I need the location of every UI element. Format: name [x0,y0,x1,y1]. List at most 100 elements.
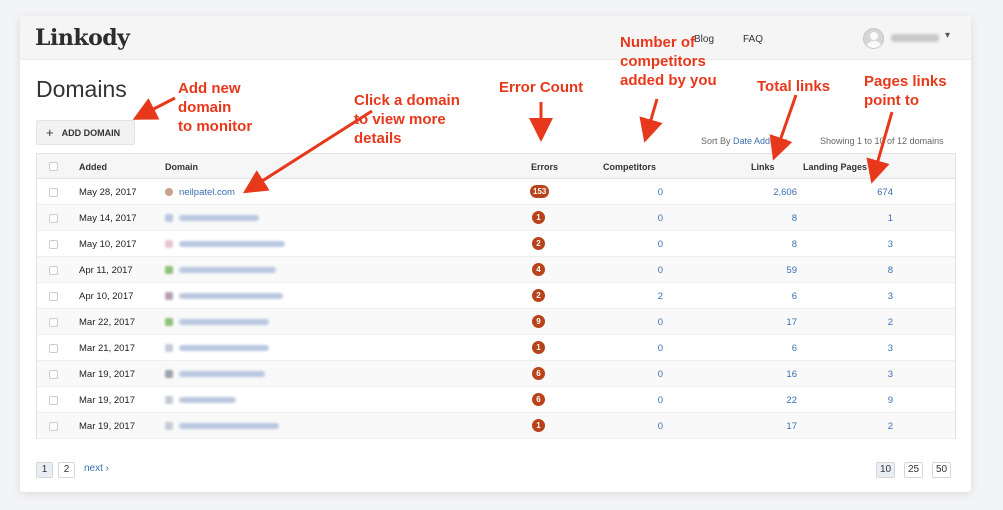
favicon-icon [165,240,173,248]
table-row[interactable]: Mar 19, 2017 1 0 17 2 [37,413,955,439]
row-checkbox[interactable] [49,214,58,223]
page-size-10[interactable]: 10 [876,462,896,478]
error-count-badge[interactable]: 6 [532,367,545,380]
landing-pages-count[interactable]: 3 [857,343,893,354]
competitors-count[interactable]: 0 [627,213,663,224]
table-row[interactable]: Mar 19, 2017 6 0 16 3 [37,361,955,387]
row-checkbox[interactable] [49,266,58,275]
added-date: Apr 11, 2017 [79,265,133,276]
competitors-count[interactable]: 0 [627,343,663,354]
competitors-count[interactable]: 0 [627,239,663,250]
error-count-badge[interactable]: 9 [532,315,545,328]
domain-link-redacted[interactable] [179,345,269,351]
links-count[interactable]: 17 [737,421,797,432]
error-count-badge[interactable]: 1 [532,341,545,354]
error-count-badge[interactable]: 4 [532,263,545,276]
table-row[interactable]: Apr 11, 2017 4 0 59 8 [37,257,955,283]
row-checkbox[interactable] [49,396,58,405]
links-count[interactable]: 8 [737,213,797,224]
links-count[interactable]: 16 [737,369,797,380]
table-row[interactable]: Mar 22, 2017 9 0 17 2 [37,309,955,335]
added-date: Mar 19, 2017 [79,369,135,380]
landing-pages-count[interactable]: 2 [857,421,893,432]
favicon-icon [165,292,173,300]
competitors-count[interactable]: 0 [627,317,663,328]
domain-link-redacted[interactable] [179,215,259,221]
sort-dropdown[interactable]: Sort By Date Added ▾ [701,136,787,147]
table-row[interactable]: Apr 10, 2017 2 2 6 3 [37,283,955,309]
landing-pages-count[interactable]: 9 [857,395,893,406]
landing-pages-count[interactable]: 674 [857,187,893,198]
col-links[interactable]: Links [751,162,775,172]
links-count[interactable]: 22 [737,395,797,406]
col-domain[interactable]: Domain [165,162,198,172]
col-added[interactable]: Added [79,162,107,172]
landing-pages-count[interactable]: 3 [857,291,893,302]
competitors-count[interactable]: 0 [627,187,663,198]
domain-link-redacted[interactable] [179,241,285,247]
competitors-count[interactable]: 0 [627,369,663,380]
table-row[interactable]: Mar 19, 2017 6 0 22 9 [37,387,955,413]
domains-table: Added Domain Errors Competitors Links La… [36,153,956,439]
links-count[interactable]: 8 [737,239,797,250]
select-all-checkbox[interactable] [49,162,58,171]
table-row[interactable]: Mar 21, 2017 1 0 6 3 [37,335,955,361]
page-1-button[interactable]: 1 [36,462,53,478]
error-count-badge[interactable]: 1 [532,211,545,224]
domain-link-redacted[interactable] [179,293,283,299]
error-count-badge[interactable]: 6 [532,393,545,406]
nav-faq-link[interactable]: FAQ [743,34,763,45]
table-row[interactable]: May 28, 2017 neilpatel.com 153 0 2,606 674 [37,179,955,205]
added-date: May 14, 2017 [79,213,137,224]
added-date: May 10, 2017 [79,239,137,250]
logo[interactable]: Linkody [35,25,130,51]
row-checkbox[interactable] [49,344,58,353]
annotation-pages-links: Pages links point to [864,73,947,109]
next-page-link[interactable]: next › [84,463,109,474]
added-date: Mar 21, 2017 [79,343,135,354]
row-checkbox[interactable] [49,422,58,431]
error-count-badge[interactable]: 1 [532,419,545,432]
add-domain-button[interactable]: + ADD DOMAIN [36,120,135,145]
competitors-count[interactable]: 0 [627,265,663,276]
page-2-button[interactable]: 2 [58,462,75,478]
row-checkbox[interactable] [49,240,58,249]
domain-link-redacted[interactable] [179,267,276,273]
links-count[interactable]: 6 [737,291,797,302]
competitors-count[interactable]: 0 [627,421,663,432]
row-checkbox[interactable] [49,370,58,379]
domain-link-redacted[interactable] [179,397,236,403]
table-row[interactable]: May 14, 2017 1 0 8 1 [37,205,955,231]
landing-pages-count[interactable]: 1 [857,213,893,224]
links-count[interactable]: 17 [737,317,797,328]
domain-link-redacted[interactable] [179,371,265,377]
page-size-50[interactable]: 50 [932,462,952,478]
user-name-redacted[interactable] [891,34,939,42]
error-count-badge[interactable]: 153 [530,185,550,198]
user-avatar[interactable] [863,28,884,49]
links-count[interactable]: 2,606 [737,187,797,198]
col-landing-pages[interactable]: Landing Pages [803,162,867,172]
landing-pages-count[interactable]: 3 [857,239,893,250]
landing-pages-count[interactable]: 8 [857,265,893,276]
links-count[interactable]: 59 [737,265,797,276]
row-checkbox[interactable] [49,188,58,197]
domain-link-redacted[interactable] [179,423,279,429]
domain-link[interactable]: neilpatel.com [179,187,235,198]
error-count-badge[interactable]: 2 [532,237,545,250]
competitors-count[interactable]: 0 [627,395,663,406]
col-competitors[interactable]: Competitors [603,162,656,172]
page-title: Domains [36,76,127,102]
row-checkbox[interactable] [49,318,58,327]
table-row[interactable]: May 10, 2017 2 0 8 3 [37,231,955,257]
col-errors[interactable]: Errors [531,162,558,172]
links-count[interactable]: 6 [737,343,797,354]
landing-pages-count[interactable]: 3 [857,369,893,380]
chevron-down-icon[interactable]: ▾ [945,30,950,41]
domain-link-redacted[interactable] [179,319,269,325]
page-size-25[interactable]: 25 [904,462,924,478]
landing-pages-count[interactable]: 2 [857,317,893,328]
row-checkbox[interactable] [49,292,58,301]
error-count-badge[interactable]: 2 [532,289,545,302]
competitors-count[interactable]: 2 [627,291,663,302]
